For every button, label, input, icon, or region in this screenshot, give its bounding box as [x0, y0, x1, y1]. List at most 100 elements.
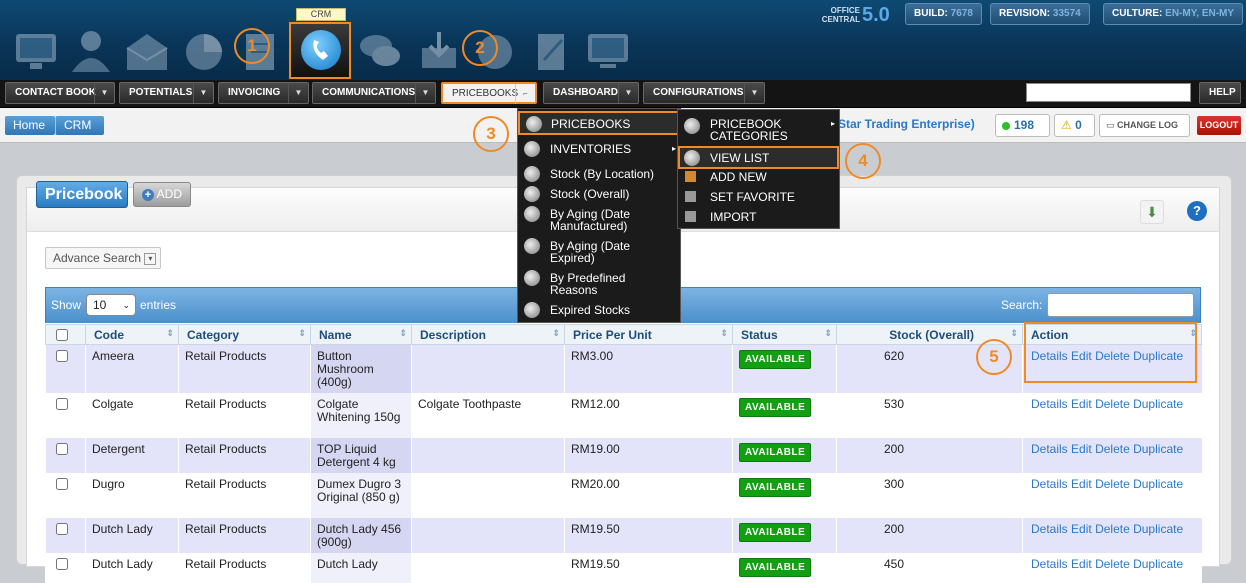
menu-item-inventories[interactable]: INVENTORIES ▸	[518, 141, 680, 163]
company-name: Star Trading Enterprise)	[838, 117, 975, 131]
col-category[interactable]: Category ⇕	[178, 324, 311, 345]
menu-item-stock-by-location[interactable]: Stock (By Location)	[518, 166, 680, 182]
warning-count[interactable]: ⚠ 0	[1054, 114, 1095, 137]
crm-tooltip: CRM	[296, 8, 346, 21]
menu-item-expired-stocks[interactable]: Expired Stocks	[518, 302, 680, 318]
select-all-checkbox[interactable]	[56, 329, 68, 342]
col-code[interactable]: Code ⇕	[85, 324, 179, 345]
crm-app-tile[interactable]	[289, 22, 351, 79]
chat-bubbles-icon[interactable]	[356, 26, 406, 76]
row-checkbox[interactable]	[56, 558, 68, 570]
action-delete-link[interactable]: Delete	[1095, 557, 1130, 571]
help-button[interactable]: HELP	[1199, 82, 1241, 104]
action-duplicate-link[interactable]: Duplicate	[1133, 397, 1183, 411]
row-checkbox[interactable]	[56, 350, 68, 362]
action-duplicate-link[interactable]: Duplicate	[1133, 477, 1183, 491]
action-delete-link[interactable]: Delete	[1095, 397, 1130, 411]
row-checkbox[interactable]	[56, 398, 68, 410]
action-details-link[interactable]: Details	[1031, 477, 1068, 491]
magnifier-icon	[524, 270, 540, 286]
breadcrumb-crm[interactable]: CRM	[55, 116, 104, 135]
pie-chart-icon[interactable]	[180, 26, 230, 76]
menu-item-aging-expired[interactable]: By Aging (Date Expired)	[518, 238, 680, 264]
chevron-down-icon[interactable]: ▼	[288, 83, 308, 103]
row-select-cell	[45, 438, 86, 473]
menu-pricebooks[interactable]: PRICEBOOKS ⌐	[441, 82, 537, 104]
menu-dashboard[interactable]: DASHBOARD ▼	[543, 82, 639, 104]
chevron-down-icon[interactable]: ▼	[744, 83, 764, 103]
clipboard-edit-icon[interactable]	[526, 26, 576, 76]
table-search-input[interactable]	[1047, 293, 1194, 317]
contact-person-icon[interactable]	[66, 26, 116, 76]
stock-cell: 300	[836, 473, 1023, 518]
add-button[interactable]: + ADD	[133, 182, 191, 207]
menu-item-stock-overall[interactable]: Stock (Overall)	[518, 186, 680, 202]
action-edit-link[interactable]: Edit	[1071, 477, 1092, 491]
download-inbox-icon[interactable]	[414, 26, 464, 76]
action-details-link[interactable]: Details	[1031, 522, 1068, 536]
breadcrumb-home[interactable]: Home	[5, 116, 55, 135]
col-status[interactable]: Status ⇕	[732, 324, 837, 345]
status-cell: AVAILABLE	[732, 518, 837, 553]
menu-contact-book[interactable]: CONTACT BOOK ▼	[5, 82, 115, 104]
menu-item-pricebooks[interactable]: PRICEBOOKS	[518, 111, 680, 135]
description-cell	[411, 518, 565, 553]
chevron-down-icon[interactable]: ▼	[94, 83, 114, 103]
action-cell: Details Edit Delete Duplicate	[1022, 553, 1202, 583]
action-duplicate-link[interactable]: Duplicate	[1133, 522, 1183, 536]
chevron-down-icon[interactable]: ⌐	[515, 84, 535, 104]
col-price[interactable]: Price Per Unit ⇕	[564, 324, 733, 345]
menu-item-predefined-reasons[interactable]: By Predefined Reasons	[518, 270, 680, 296]
menu-item-aging-manufactured[interactable]: By Aging (Date Manufactured)	[518, 206, 680, 232]
col-description[interactable]: Description ⇕	[411, 324, 565, 345]
submenu-view-list[interactable]: VIEW LIST	[678, 146, 839, 169]
stock-cell: 450	[836, 553, 1023, 583]
computer-icon[interactable]	[12, 26, 62, 76]
monitor-icon[interactable]	[584, 26, 634, 76]
warning-icon: ⚠	[1061, 118, 1072, 132]
submenu-set-favorite[interactable]: SET FAVORITE	[678, 191, 839, 203]
menu-potentials[interactable]: POTENTIALS ▼	[119, 82, 214, 104]
entries-select[interactable]: 10 ⌄	[86, 294, 136, 316]
col-name[interactable]: Name ⇕	[310, 324, 412, 345]
menu-label: DASHBOARD	[553, 87, 618, 98]
culture-badge: CULTURE: EN-MY, EN-MY	[1103, 3, 1244, 25]
chevron-down-icon[interactable]: ▼	[415, 83, 435, 103]
row-checkbox[interactable]	[56, 478, 68, 490]
submenu-import[interactable]: IMPORT	[678, 211, 839, 223]
description-cell	[411, 344, 565, 393]
help-question-icon[interactable]: ?	[1187, 201, 1207, 221]
col-label: Stock (Overall)	[889, 327, 974, 342]
notification-count[interactable]: 198	[995, 114, 1050, 137]
action-details-link[interactable]: Details	[1031, 442, 1068, 456]
action-delete-link[interactable]: Delete	[1095, 522, 1130, 536]
export-icon[interactable]: ⬇	[1140, 200, 1164, 224]
logout-button[interactable]: LOGOUT	[1197, 116, 1241, 135]
advance-search-button[interactable]: Advance Search ▾	[45, 247, 161, 269]
action-edit-link[interactable]: Edit	[1071, 522, 1092, 536]
action-duplicate-link[interactable]: Duplicate	[1133, 557, 1183, 571]
action-delete-link[interactable]: Delete	[1095, 442, 1130, 456]
submenu-pricebook-categories[interactable]: PRICEBOOK CATEGORIES ▸	[678, 118, 839, 142]
global-search-input[interactable]	[1026, 83, 1191, 102]
action-details-link[interactable]: Details	[1031, 557, 1068, 571]
menu-configurations[interactable]: CONFIGURATIONS ▼	[643, 82, 765, 104]
status-badge: AVAILABLE	[739, 523, 812, 542]
menu-communications[interactable]: COMMUNICATIONS ▼	[312, 82, 436, 104]
change-log-button[interactable]: ▭ CHANGE LOG	[1099, 114, 1190, 137]
sort-icon: ⇕	[298, 328, 306, 338]
menu-item-label: Stock (By Location)	[550, 167, 655, 181]
action-details-link[interactable]: Details	[1031, 397, 1068, 411]
action-edit-link[interactable]: Edit	[1071, 397, 1092, 411]
submenu-add-new[interactable]: ADD NEW	[678, 171, 839, 183]
action-edit-link[interactable]: Edit	[1071, 442, 1092, 456]
mail-envelope-icon[interactable]	[122, 26, 172, 76]
chevron-down-icon[interactable]: ▼	[193, 83, 213, 103]
row-checkbox[interactable]	[56, 523, 68, 535]
action-edit-link[interactable]: Edit	[1071, 557, 1092, 571]
action-duplicate-link[interactable]: Duplicate	[1133, 442, 1183, 456]
action-delete-link[interactable]: Delete	[1095, 477, 1130, 491]
row-checkbox[interactable]	[56, 443, 68, 455]
chevron-down-icon[interactable]: ▼	[618, 83, 638, 103]
menu-invoicing[interactable]: INVOICING ▼	[218, 82, 309, 104]
